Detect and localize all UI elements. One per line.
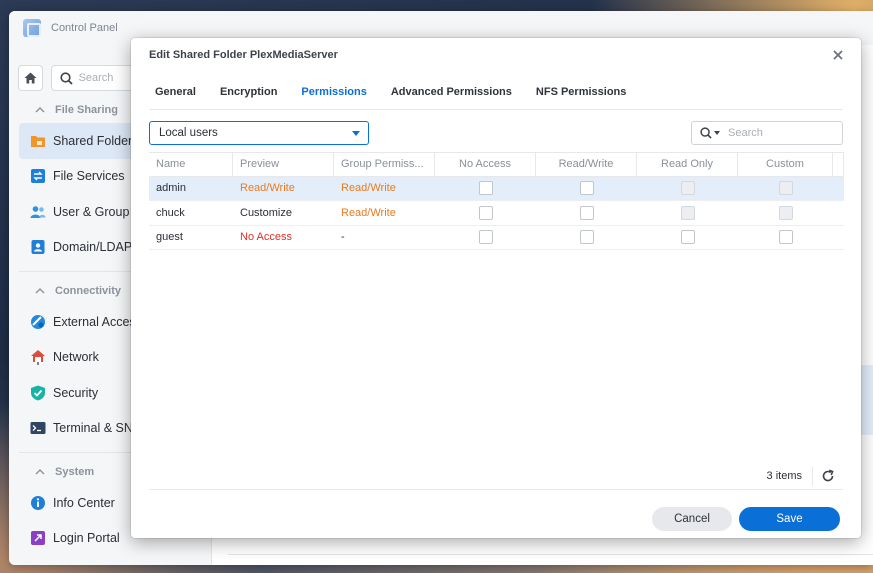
home-icon [24, 72, 37, 84]
tab-encryption[interactable]: Encryption [208, 86, 289, 106]
column-header-custom[interactable]: Custom [738, 153, 833, 176]
column-header-group-permissions[interactable]: Group Permiss... [334, 153, 435, 176]
column-header-name[interactable]: Name [149, 153, 233, 176]
custom-checkbox [778, 205, 793, 220]
row-preview: Customize [240, 206, 292, 219]
permissions-search-input[interactable]: Search [691, 121, 843, 145]
table-row[interactable]: guest No Access - [149, 226, 844, 250]
tab-advanced-permissions[interactable]: Advanced Permissions [379, 86, 524, 106]
row-name: admin [156, 182, 186, 195]
column-header-spacer [833, 153, 844, 176]
read-write-checkbox[interactable] [579, 230, 594, 245]
footer-separator [812, 467, 813, 486]
items-count: 3 items [766, 470, 802, 482]
sidebar-item-label: Security [53, 385, 99, 400]
section-label: File Sharing [55, 104, 118, 116]
user-type-value: Local users [159, 127, 218, 139]
sidebar-item-label: Domain/LDAP [53, 240, 133, 255]
external-access-icon [31, 314, 45, 329]
no-access-checkbox[interactable] [478, 181, 493, 196]
control-panel-title: Control Panel [51, 22, 118, 34]
search-icon [700, 127, 712, 139]
read-write-checkbox[interactable] [579, 181, 594, 196]
custom-checkbox[interactable] [778, 230, 793, 245]
save-button[interactable]: Save [739, 507, 840, 531]
column-header-read-only[interactable]: Read Only [637, 153, 738, 176]
sidebar-search-placeholder: Search [78, 72, 114, 84]
table-row[interactable]: chuck Customize Read/Write [149, 201, 844, 226]
sidebar-item-label: External Access [53, 314, 142, 329]
close-icon[interactable] [831, 48, 845, 62]
chevron-up-icon [35, 107, 45, 113]
tab-permissions[interactable]: Permissions [289, 86, 378, 106]
permissions-search-placeholder: Search [728, 127, 763, 139]
id-card-icon [31, 240, 45, 255]
shield-icon [31, 385, 45, 401]
custom-checkbox [778, 181, 793, 196]
row-group-permission: Read/Write [341, 206, 396, 219]
terminal-icon [30, 422, 46, 435]
dialog-tabs: General Encryption Permissions Advanced … [143, 86, 638, 106]
search-options-caret-icon [714, 131, 720, 135]
permissions-table: Name Preview Group Permiss... No Access … [149, 152, 844, 250]
sidebar-item-label: Shared Folder [53, 133, 133, 148]
tabs-divider [149, 109, 843, 110]
chevron-down-icon [352, 131, 360, 136]
row-name: chuck [156, 206, 185, 219]
tab-nfs-permissions[interactable]: NFS Permissions [524, 86, 638, 106]
chevron-up-icon [35, 469, 45, 475]
section-label: Connectivity [55, 285, 122, 297]
table-row[interactable]: admin Read/Write Read/Write [149, 176, 844, 201]
user-type-select[interactable]: Local users [149, 121, 369, 145]
info-icon [31, 495, 45, 510]
tab-general[interactable]: General [143, 86, 208, 106]
column-header-no-access[interactable]: No Access [435, 153, 536, 176]
row-group-permission: Read/Write [341, 182, 396, 195]
cancel-button[interactable]: Cancel [652, 507, 732, 531]
read-write-checkbox[interactable] [579, 205, 594, 220]
main-divider [228, 554, 873, 555]
home-button[interactable] [18, 65, 43, 91]
dialog-title: Edit Shared Folder PlexMediaServer [149, 49, 338, 61]
row-group-permission: - [341, 231, 345, 244]
login-portal-icon [31, 531, 45, 546]
sidebar-item-label: Network [53, 350, 99, 365]
no-access-checkbox[interactable] [478, 230, 493, 245]
row-preview: No Access [240, 231, 292, 244]
search-icon [59, 71, 73, 85]
read-only-checkbox [680, 181, 695, 196]
network-house-icon [31, 350, 45, 366]
read-only-checkbox [680, 205, 695, 220]
section-label: System [55, 466, 95, 478]
no-access-checkbox[interactable] [478, 205, 493, 220]
edit-shared-folder-dialog: Edit Shared Folder PlexMediaServer Gener… [131, 38, 861, 538]
row-name: guest [156, 231, 183, 244]
folder-icon [31, 135, 45, 147]
control-panel-icon [23, 19, 41, 37]
column-header-read-write[interactable]: Read/Write [536, 153, 637, 176]
column-header-preview[interactable]: Preview [233, 153, 334, 176]
sidebar-item-label: File Services [53, 169, 125, 184]
sidebar-item-label: Login Portal [53, 531, 120, 546]
table-footer: 3 items [149, 463, 843, 490]
users-icon [30, 205, 46, 218]
refresh-icon[interactable] [821, 469, 835, 483]
read-only-checkbox[interactable] [680, 230, 695, 245]
table-header: Name Preview Group Permiss... No Access … [149, 152, 844, 177]
sidebar-item-label: Info Center [53, 495, 115, 510]
chevron-up-icon [35, 288, 45, 294]
row-preview: Read/Write [240, 182, 295, 195]
file-services-icon [31, 169, 45, 184]
sidebar-item-label: User & Group [53, 204, 130, 219]
